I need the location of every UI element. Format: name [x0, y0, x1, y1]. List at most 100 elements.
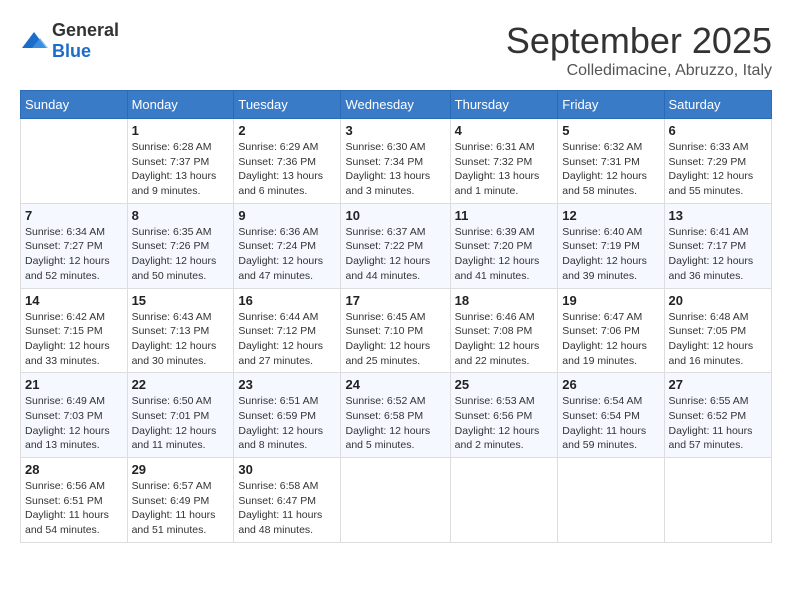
weekday-header-wednesday: Wednesday: [341, 91, 450, 119]
day-info: Sunrise: 6:47 AM Sunset: 7:06 PM Dayligh…: [562, 310, 659, 369]
calendar-cell: 5Sunrise: 6:32 AM Sunset: 7:31 PM Daylig…: [558, 119, 664, 204]
day-info: Sunrise: 6:54 AM Sunset: 6:54 PM Dayligh…: [562, 394, 659, 453]
day-info: Sunrise: 6:29 AM Sunset: 7:36 PM Dayligh…: [238, 140, 336, 199]
calendar-cell: [664, 458, 771, 543]
day-number: 10: [345, 208, 445, 223]
calendar-cell: 29 Sunrise: 6:57 AM Sunset: 6:49 PM Dayli…: [127, 458, 234, 543]
calendar-cell: 25 Sunrise: 6:53 AM Sunset: 6:56 PM Dayli…: [450, 373, 558, 458]
day-number: 9: [238, 208, 336, 223]
day-info: Sunrise: 6:53 AM Sunset: 6:56 PM Dayligh…: [455, 394, 554, 453]
calendar-header: SundayMondayTuesdayWednesdayThursdayFrid…: [21, 91, 772, 119]
calendar-cell: 11 Sunrise: 6:39 AM Sunset: 7:20 PM Dayli…: [450, 203, 558, 288]
calendar-cell: 10 Sunrise: 6:37 AM Sunset: 7:22 PM Dayli…: [341, 203, 450, 288]
day-number: 2: [238, 123, 336, 138]
day-number: 12: [562, 208, 659, 223]
day-number: 4: [455, 123, 554, 138]
calendar-cell: 20Sunrise: 6:48 AM Sunset: 7:05 PM Dayli…: [664, 288, 771, 373]
calendar-cell: 9 Sunrise: 6:36 AM Sunset: 7:24 PM Daylig…: [234, 203, 341, 288]
day-number: 29: [132, 462, 230, 477]
logo-text: General Blue: [52, 20, 119, 62]
logo-icon: [20, 30, 48, 52]
day-info: Sunrise: 6:43 AM Sunset: 7:13 PM Dayligh…: [132, 310, 230, 369]
day-info: Sunrise: 6:42 AM Sunset: 7:15 PM Dayligh…: [25, 310, 123, 369]
calendar-cell: [558, 458, 664, 543]
day-info: Sunrise: 6:51 AM Sunset: 6:59 PM Dayligh…: [238, 394, 336, 453]
day-number: 8: [132, 208, 230, 223]
day-number: 26: [562, 377, 659, 392]
calendar-cell: 2 Sunrise: 6:29 AM Sunset: 7:36 PM Daylig…: [234, 119, 341, 204]
calendar-cell: 28 Sunrise: 6:56 AM Sunset: 6:51 PM Dayli…: [21, 458, 128, 543]
calendar-week-4: 28 Sunrise: 6:56 AM Sunset: 6:51 PM Dayli…: [21, 458, 772, 543]
weekday-header-row: SundayMondayTuesdayWednesdayThursdayFrid…: [21, 91, 772, 119]
day-number: 24: [345, 377, 445, 392]
calendar-cell: 19 Sunrise: 6:47 AM Sunset: 7:06 PM Dayli…: [558, 288, 664, 373]
calendar-cell: 4 Sunrise: 6:31 AM Sunset: 7:32 PM Daylig…: [450, 119, 558, 204]
calendar-cell: 21Sunrise: 6:49 AM Sunset: 7:03 PM Dayli…: [21, 373, 128, 458]
calendar-cell: [21, 119, 128, 204]
location-title: Colledimacine, Abruzzo, Italy: [506, 62, 772, 80]
day-info: Sunrise: 6:37 AM Sunset: 7:22 PM Dayligh…: [345, 225, 445, 284]
day-info: Sunrise: 6:55 AM Sunset: 6:52 PM Dayligh…: [669, 394, 767, 453]
logo-blue: Blue: [52, 41, 91, 61]
calendar-cell: 30 Sunrise: 6:58 AM Sunset: 6:47 PM Dayli…: [234, 458, 341, 543]
day-info: Sunrise: 6:41 AM Sunset: 7:17 PM Dayligh…: [669, 225, 767, 284]
calendar-cell: 15Sunrise: 6:43 AM Sunset: 7:13 PM Dayli…: [127, 288, 234, 373]
day-number: 22: [132, 377, 230, 392]
calendar-cell: 24 Sunrise: 6:52 AM Sunset: 6:58 PM Dayli…: [341, 373, 450, 458]
day-info: Sunrise: 6:28 AM Sunset: 7:37 PM Dayligh…: [132, 140, 230, 199]
calendar-cell: 16Sunrise: 6:44 AM Sunset: 7:12 PM Dayli…: [234, 288, 341, 373]
calendar-cell: 17 Sunrise: 6:45 AM Sunset: 7:10 PM Dayli…: [341, 288, 450, 373]
calendar-week-0: 1 Sunrise: 6:28 AM Sunset: 7:37 PM Daylig…: [21, 119, 772, 204]
day-info: Sunrise: 6:52 AM Sunset: 6:58 PM Dayligh…: [345, 394, 445, 453]
day-number: 30: [238, 462, 336, 477]
day-info: Sunrise: 6:36 AM Sunset: 7:24 PM Dayligh…: [238, 225, 336, 284]
day-number: 11: [455, 208, 554, 223]
calendar-cell: 6 Sunrise: 6:33 AM Sunset: 7:29 PM Daylig…: [664, 119, 771, 204]
day-number: 13: [669, 208, 767, 223]
calendar-cell: 27 Sunrise: 6:55 AM Sunset: 6:52 PM Dayli…: [664, 373, 771, 458]
title-area: September 2025 Colledimacine, Abruzzo, I…: [506, 20, 772, 80]
weekday-header-friday: Friday: [558, 91, 664, 119]
page-header: General Blue September 2025 Colledimacin…: [20, 20, 772, 80]
calendar-cell: [341, 458, 450, 543]
logo-general: General: [52, 20, 119, 40]
day-number: 19: [562, 293, 659, 308]
day-number: 16: [238, 293, 336, 308]
day-info: Sunrise: 6:45 AM Sunset: 7:10 PM Dayligh…: [345, 310, 445, 369]
calendar-cell: 3Sunrise: 6:30 AM Sunset: 7:34 PM Daylig…: [341, 119, 450, 204]
day-number: 18: [455, 293, 554, 308]
day-info: Sunrise: 6:58 AM Sunset: 6:47 PM Dayligh…: [238, 479, 336, 538]
day-number: 14: [25, 293, 123, 308]
calendar-table: SundayMondayTuesdayWednesdayThursdayFrid…: [20, 90, 772, 543]
day-info: Sunrise: 6:49 AM Sunset: 7:03 PM Dayligh…: [25, 394, 123, 453]
weekday-header-sunday: Sunday: [21, 91, 128, 119]
month-title: September 2025: [506, 20, 772, 62]
day-info: Sunrise: 6:48 AM Sunset: 7:05 PM Dayligh…: [669, 310, 767, 369]
day-number: 28: [25, 462, 123, 477]
weekday-header-saturday: Saturday: [664, 91, 771, 119]
day-number: 7: [25, 208, 123, 223]
day-number: 25: [455, 377, 554, 392]
day-info: Sunrise: 6:34 AM Sunset: 7:27 PM Dayligh…: [25, 225, 123, 284]
day-info: Sunrise: 6:31 AM Sunset: 7:32 PM Dayligh…: [455, 140, 554, 199]
logo: General Blue: [20, 20, 119, 62]
day-info: Sunrise: 6:39 AM Sunset: 7:20 PM Dayligh…: [455, 225, 554, 284]
day-number: 17: [345, 293, 445, 308]
calendar-cell: 22Sunrise: 6:50 AM Sunset: 7:01 PM Dayli…: [127, 373, 234, 458]
calendar-cell: 12Sunrise: 6:40 AM Sunset: 7:19 PM Dayli…: [558, 203, 664, 288]
day-number: 6: [669, 123, 767, 138]
weekday-header-monday: Monday: [127, 91, 234, 119]
calendar-week-1: 7 Sunrise: 6:34 AM Sunset: 7:27 PM Daylig…: [21, 203, 772, 288]
calendar-cell: 13 Sunrise: 6:41 AM Sunset: 7:17 PM Dayli…: [664, 203, 771, 288]
day-number: 27: [669, 377, 767, 392]
calendar-week-2: 14 Sunrise: 6:42 AM Sunset: 7:15 PM Dayli…: [21, 288, 772, 373]
day-info: Sunrise: 6:33 AM Sunset: 7:29 PM Dayligh…: [669, 140, 767, 199]
calendar-cell: [450, 458, 558, 543]
day-info: Sunrise: 6:56 AM Sunset: 6:51 PM Dayligh…: [25, 479, 123, 538]
day-number: 1: [132, 123, 230, 138]
day-info: Sunrise: 6:32 AM Sunset: 7:31 PM Dayligh…: [562, 140, 659, 199]
calendar-cell: 23Sunrise: 6:51 AM Sunset: 6:59 PM Dayli…: [234, 373, 341, 458]
calendar-cell: 26 Sunrise: 6:54 AM Sunset: 6:54 PM Dayli…: [558, 373, 664, 458]
calendar-cell: 18Sunrise: 6:46 AM Sunset: 7:08 PM Dayli…: [450, 288, 558, 373]
day-info: Sunrise: 6:57 AM Sunset: 6:49 PM Dayligh…: [132, 479, 230, 538]
